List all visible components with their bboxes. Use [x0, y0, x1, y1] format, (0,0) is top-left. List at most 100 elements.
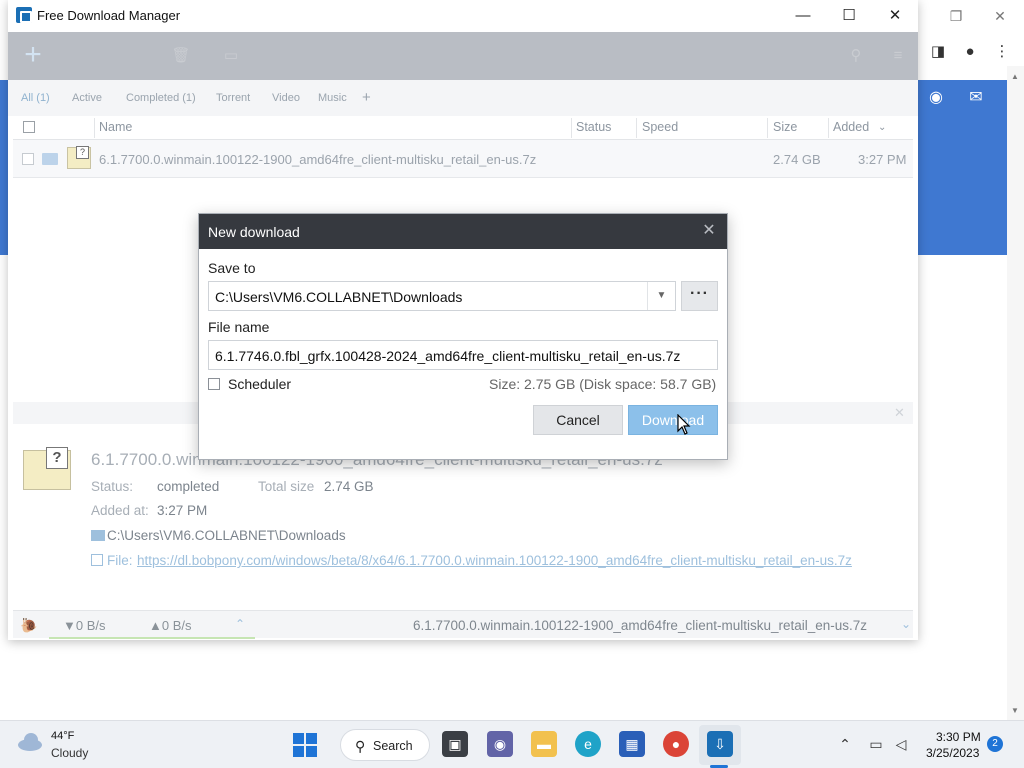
upload-speed: ▲0 B/s [149, 618, 192, 633]
notification-badge[interactable]: 2 [987, 736, 1003, 752]
statusbar-file-name: 6.1.7700.0.winmain.100122-1900_amd64fre_… [413, 618, 868, 633]
volume-icon[interactable]: ◁ [892, 735, 910, 753]
chevron-down-icon[interactable]: ▼ [647, 282, 675, 310]
download-button[interactable]: Download [628, 405, 718, 435]
fdm-app-icon[interactable]: ⇩ [707, 731, 733, 757]
sidebar-icon[interactable]: ◨ [928, 42, 948, 62]
tab-all[interactable]: All (1) [21, 92, 50, 104]
scheduler-label[interactable]: Scheduler [228, 376, 291, 392]
search-label: Search [373, 739, 413, 753]
window-title: Free Download Manager [37, 8, 181, 23]
status-value: completed [157, 479, 220, 494]
minimize-button[interactable]: — [780, 0, 826, 32]
download-speed: ▼0 B/s [63, 618, 106, 633]
restore-icon[interactable]: ❐ [946, 6, 966, 26]
total-size-value: 2.74 GB [324, 479, 374, 494]
start-button[interactable] [293, 733, 317, 757]
network-icon[interactable]: ▭ [867, 735, 885, 753]
expand-chevron-icon[interactable]: ⌃ [235, 617, 245, 631]
row-checkbox[interactable] [22, 153, 34, 165]
taskbar: 44°F Cloudy ⚲ Search ▣ ◉ ▬ e ▦ ● ⇩ ⌃ ▭ ◁… [0, 720, 1024, 768]
chat-icon[interactable]: ◉ [487, 731, 513, 757]
weather-description[interactable]: Cloudy [51, 746, 88, 760]
archive-file-icon [23, 447, 71, 490]
column-speed[interactable]: Speed [642, 120, 678, 134]
row-added: 3:27 PM [858, 152, 907, 167]
chrome-browser-icon[interactable]: ● [663, 731, 689, 757]
sort-chevron-icon[interactable]: ⌄ [878, 122, 886, 133]
external-link-icon [91, 554, 103, 566]
collapse-chevron-icon[interactable]: ⌄ [901, 617, 911, 631]
added-at-value: 3:27 PM [157, 503, 208, 518]
select-all-checkbox[interactable] [23, 121, 35, 133]
source-url-link[interactable]: https://dl.bobpony.com/windows/beta/8/x6… [137, 553, 852, 568]
mail-icon[interactable]: ✉ [966, 88, 986, 108]
save-to-field[interactable]: C:\Users\VM6.COLLABNET\Downloads ▼ [208, 281, 676, 311]
task-view-icon[interactable]: ▣ [442, 731, 468, 757]
tab-completed[interactable]: Completed (1) [126, 92, 196, 104]
add-tab-button[interactable]: + [362, 89, 371, 106]
column-added[interactable]: Added [833, 120, 869, 134]
folder-icon[interactable]: ▭ [221, 46, 241, 66]
search-icon[interactable]: ⚲ [846, 46, 866, 66]
folder-icon[interactable] [91, 530, 105, 541]
cloudy-weather-icon[interactable] [16, 733, 44, 751]
scroll-down-icon[interactable]: ▼ [1011, 706, 1020, 715]
plus-icon[interactable]: + [20, 40, 46, 70]
column-divider [636, 118, 637, 138]
column-name[interactable]: Name [99, 120, 132, 134]
file-name-field[interactable]: 6.1.7746.0.fbl_grfx.100428-2024_amd64fre… [208, 340, 718, 370]
weather-temperature[interactable]: 44°F [51, 730, 74, 742]
close-button[interactable]: ✕ [872, 0, 918, 32]
file-label: File: [107, 553, 133, 568]
table-header: Name Status Speed Size Added ⌄ [13, 116, 913, 140]
browse-button[interactable]: ··· [681, 281, 718, 311]
chevron-up-icon[interactable]: ⌃ [836, 735, 854, 753]
column-divider [828, 118, 829, 138]
tab-torrent[interactable]: Torrent [216, 92, 250, 104]
more-menu-icon[interactable]: ⋮ [992, 42, 1012, 62]
file-name-label: File name [208, 319, 270, 335]
background-banner: ◉ ✉ [918, 80, 1007, 255]
file-explorer-icon[interactable]: ▬ [531, 731, 557, 757]
titlebar: Free Download Manager — ☐ ✕ [8, 0, 918, 32]
tab-music[interactable]: Music [318, 92, 347, 104]
trash-icon[interactable]: 🗑 [171, 46, 191, 66]
scroll-up-icon[interactable]: ▲ [1011, 72, 1020, 81]
taskbar-search[interactable]: ⚲ Search [340, 729, 430, 761]
size-info: Size: 2.75 GB (Disk space: 58.7 GB) [489, 376, 717, 392]
edge-browser-icon[interactable]: e [575, 731, 601, 757]
column-divider [767, 118, 768, 138]
profile-icon[interactable]: ● [960, 42, 980, 62]
background-scrollbar[interactable]: ▲ ▼ [1007, 66, 1024, 720]
status-bar: 🐌 ▼0 B/s ▲0 B/s ⌃ 6.1.7700.0.winmain.100… [13, 610, 913, 639]
tab-active[interactable]: Active [72, 92, 102, 104]
github-icon[interactable]: ◉ [926, 88, 946, 108]
cancel-button[interactable]: Cancel [533, 405, 623, 435]
clock-time[interactable]: 3:30 PM [936, 730, 981, 744]
column-size[interactable]: Size [773, 120, 797, 134]
snail-icon[interactable]: 🐌 [19, 617, 39, 633]
open-folder-icon[interactable] [42, 153, 58, 165]
speed-indicator-bar [49, 637, 255, 639]
row-file-name: 6.1.7700.0.winmain.100122-1900_amd64fre_… [99, 152, 537, 167]
close-icon[interactable]: ✕ [990, 6, 1010, 26]
store-icon[interactable]: ▦ [619, 731, 645, 757]
row-size: 2.74 GB [773, 152, 821, 167]
close-icon[interactable]: ✕ [699, 221, 719, 241]
close-details-icon[interactable]: ✕ [894, 405, 905, 421]
maximize-button[interactable]: ☐ [826, 0, 872, 32]
background-toolbar: ◨ ● ⋮ [918, 38, 1024, 66]
column-status[interactable]: Status [576, 120, 611, 134]
folder-path[interactable]: C:\Users\VM6.COLLABNET\Downloads [107, 528, 346, 543]
dialog-header: New download ✕ [199, 214, 727, 249]
table-row[interactable]: 6.1.7700.0.winmain.100122-1900_amd64fre_… [13, 140, 913, 178]
scheduler-checkbox[interactable] [208, 378, 220, 390]
hamburger-icon[interactable]: ≡ [888, 46, 908, 66]
tab-video[interactable]: Video [272, 92, 300, 104]
status-label: Status: [91, 479, 134, 494]
toolbar: + 🗑 ▭ ⚲ ≡ [8, 32, 918, 80]
app-logo-icon [16, 7, 32, 23]
added-at-label: Added at: [91, 503, 149, 518]
clock-date[interactable]: 3/25/2023 [926, 746, 979, 760]
